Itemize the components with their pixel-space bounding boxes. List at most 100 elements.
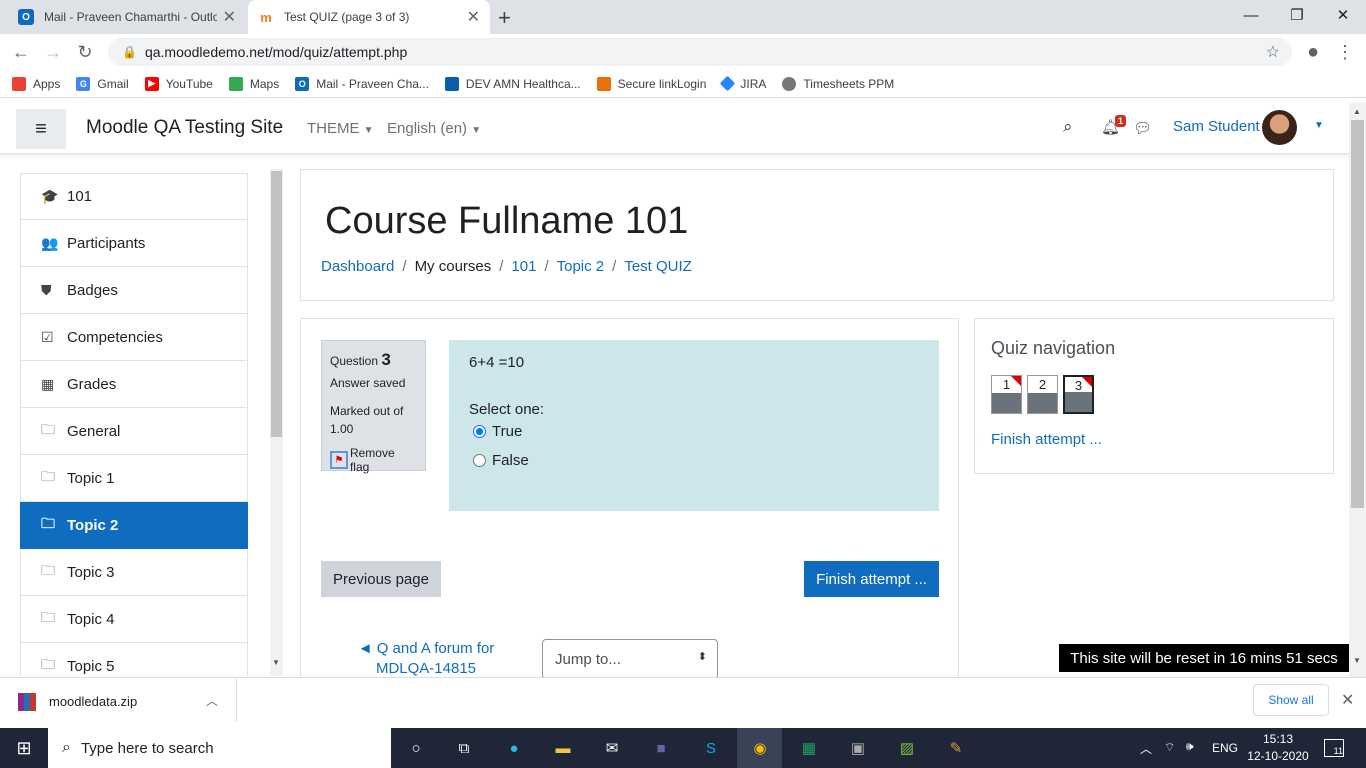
jump-to-select[interactable]: Jump to... ⬍: [542, 639, 718, 679]
site-name[interactable]: Moodle QA Testing Site: [86, 117, 283, 139]
mail-icon[interactable]: ✉: [598, 734, 626, 762]
search-icon[interactable]: ⌕: [1063, 117, 1073, 137]
bookmark-timesheets[interactable]: Timesheets PPM: [782, 76, 894, 91]
breadcrumb-topic[interactable]: Topic 2: [557, 258, 605, 275]
clock-date[interactable]: 12-10-2020: [1247, 749, 1309, 763]
chevron-up-icon[interactable]: ︿: [206, 692, 218, 709]
sidebar-item-topic-3[interactable]: 🗀 Topic 3: [20, 549, 248, 596]
app-icon[interactable]: ▣: [844, 734, 872, 762]
forward-icon[interactable]: →: [38, 34, 68, 70]
bookmark-jira[interactable]: JIRA: [720, 75, 766, 92]
star-icon[interactable]: ☆: [1266, 42, 1280, 62]
menu-kebab-icon[interactable]: ⋮: [1330, 34, 1360, 70]
answer-option-true[interactable]: True: [473, 423, 919, 440]
scroll-up-icon[interactable]: ▲: [1353, 107, 1361, 116]
edge-icon[interactable]: ●: [500, 734, 528, 762]
cortana-icon[interactable]: ○: [402, 734, 430, 762]
wifi-icon[interactable]: ⌔: [1164, 740, 1175, 755]
new-tab-icon[interactable]: +: [498, 5, 511, 31]
bookmark-mail[interactable]: O Mail - Praveen Cha...: [295, 76, 429, 91]
user-name[interactable]: Sam Student: [1173, 118, 1260, 135]
sidebar-item-topic-1[interactable]: 🗀 Topic 1: [20, 455, 248, 502]
skype-icon[interactable]: S: [697, 734, 725, 762]
timesheet-icon: [782, 76, 797, 91]
volume-icon[interactable]: 🕪︎: [1186, 739, 1194, 754]
user-menu-caret-icon[interactable]: ▼: [1314, 120, 1324, 131]
clock-time[interactable]: 15:13: [1255, 732, 1301, 746]
radio-unselected[interactable]: [473, 454, 486, 467]
excel-icon[interactable]: ▦: [795, 734, 823, 762]
sidebar-item-badges[interactable]: ⛊ Badges: [20, 267, 248, 314]
bookmark-secure-link[interactable]: Secure linkLogin: [596, 76, 706, 91]
download-filename[interactable]: moodledata.zip: [49, 694, 137, 709]
browser-tab-quiz[interactable]: m Test QUIZ (page 3 of 3) ✕: [248, 0, 490, 34]
breadcrumb-dashboard[interactable]: Dashboard: [321, 258, 394, 275]
sidebar-item-grades[interactable]: ▦ Grades: [20, 361, 248, 408]
users-icon: 👥: [41, 234, 59, 251]
restore-icon[interactable]: ❐: [1274, 0, 1320, 30]
theme-menu[interactable]: THEME ▼: [307, 120, 374, 137]
show-all-button[interactable]: Show all: [1253, 684, 1329, 716]
drawer-scrollbar-thumb[interactable]: [271, 171, 282, 437]
finish-attempt-link[interactable]: Finish attempt ...: [991, 431, 1102, 448]
close-tab-icon[interactable]: ✕: [223, 7, 236, 27]
scroll-down-icon[interactable]: ▼: [272, 658, 280, 667]
bookmark-maps[interactable]: Maps: [228, 76, 279, 91]
folder-icon: 🗀: [41, 656, 55, 672]
sidebar-item-101[interactable]: 🎓 101: [20, 173, 248, 220]
browser-tab-outlook[interactable]: O Mail - Praveen Chamarthi - Outlo ✕: [8, 0, 246, 34]
back-icon[interactable]: ←: [6, 34, 36, 70]
taskbar-search-box[interactable]: ⌕ Type here to search: [48, 728, 391, 768]
windows-start-icon[interactable]: ⊞: [10, 734, 38, 762]
sidebar-item-topic-2[interactable]: 🗀 Topic 2: [20, 502, 248, 549]
close-icon[interactable]: ✕: [1341, 690, 1354, 710]
file-explorer-icon[interactable]: ▬: [549, 734, 577, 762]
breadcrumb-course[interactable]: 101: [511, 258, 536, 275]
bookmark-youtube[interactable]: ▶ YouTube: [144, 76, 213, 91]
page-scrollbar[interactable]: ▲ ▼: [1349, 103, 1366, 677]
sidebar-item-competencies[interactable]: ☑ Competencies: [20, 314, 248, 361]
language-menu[interactable]: English (en) ▼: [387, 120, 481, 137]
avatar[interactable]: [1262, 110, 1297, 145]
sidebar-item-topic-5[interactable]: 🗀 Topic 5: [20, 643, 248, 676]
quiz-nav-button-2[interactable]: 2: [1027, 375, 1058, 414]
sidebar-item-topic-4[interactable]: 🗀 Topic 4: [20, 596, 248, 643]
address-bar[interactable]: 🔒 qa.moodledemo.net/mod/quiz/attempt.php…: [108, 38, 1292, 66]
previous-activity-link[interactable]: ◄ Q and A forum for MDLQA-14815: [351, 639, 501, 679]
drawer-scrollbar[interactable]: ▼: [270, 169, 283, 676]
teams-icon[interactable]: ■: [647, 734, 675, 762]
radio-selected[interactable]: [473, 425, 486, 438]
sidebar-item-general[interactable]: 🗀 General: [20, 408, 248, 455]
action-center-icon[interactable]: 11: [1324, 739, 1344, 757]
paint-icon[interactable]: ✎: [942, 734, 970, 762]
finish-attempt-button[interactable]: Finish attempt ...: [804, 561, 939, 597]
scroll-down-icon[interactable]: ▼: [1353, 656, 1361, 665]
sidebar-item-participants[interactable]: 👥 Participants: [20, 220, 248, 267]
chevron-up-icon[interactable]: ︿: [1140, 740, 1152, 757]
answer-option-false[interactable]: False: [473, 452, 919, 469]
page-scrollbar-thumb[interactable]: [1351, 120, 1364, 508]
flag-toggle[interactable]: ⚑ Remove flag: [330, 446, 417, 474]
flag-icon[interactable]: ⚑: [330, 451, 348, 469]
profile-icon[interactable]: ●: [1298, 34, 1328, 70]
question-marks: Marked out of 1.00: [330, 404, 404, 436]
bookmark-apps[interactable]: Apps: [12, 76, 60, 91]
reload-icon[interactable]: ↻: [70, 34, 100, 70]
app-icon[interactable]: ▨: [893, 734, 921, 762]
previous-page-button[interactable]: Previous page: [321, 561, 441, 597]
quiz-nav-button-3[interactable]: 3: [1063, 375, 1094, 414]
bookmarks-bar: Apps G Gmail ▶ YouTube Maps O Mail - Pravee…: [0, 70, 1366, 98]
bookmark-dev-amn[interactable]: DEV AMN Healthca...: [444, 76, 581, 91]
drawer-toggle-button[interactable]: ≡: [16, 109, 66, 149]
minimize-icon[interactable]: —: [1228, 0, 1274, 30]
chrome-icon[interactable]: ◉: [746, 734, 774, 762]
language-indicator[interactable]: ENG: [1212, 741, 1238, 755]
task-view-icon[interactable]: ⧉: [450, 734, 478, 762]
close-window-icon[interactable]: ✕: [1320, 0, 1366, 30]
quiz-nav-button-1[interactable]: 1: [991, 375, 1022, 414]
folder-icon: 🗀: [41, 562, 55, 578]
close-tab-icon[interactable]: ✕: [467, 7, 480, 27]
bookmark-gmail[interactable]: G Gmail: [76, 76, 129, 91]
breadcrumb-quiz[interactable]: Test QUIZ: [624, 258, 692, 275]
messages-icon[interactable]: 💬︎: [1133, 119, 1152, 137]
